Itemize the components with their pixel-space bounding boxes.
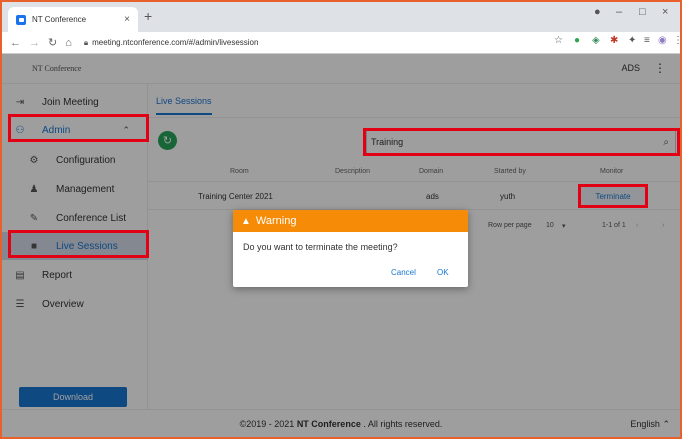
minimize-button[interactable]: – [616, 6, 622, 18]
lock-icon: 🔒︎ [83, 37, 89, 47]
app-favicon-icon [16, 14, 26, 25]
annotation-box-search [363, 128, 680, 156]
profile-icon[interactable]: ● [594, 6, 601, 18]
browser-tab[interactable]: NT Conference × [8, 7, 138, 32]
maximize-button[interactable]: □ [639, 6, 646, 18]
cancel-button[interactable]: Cancel [391, 268, 416, 277]
browser-menu-icon[interactable]: ⋮ [673, 35, 680, 46]
extensions-puzzle-icon[interactable]: ✦ [628, 35, 636, 46]
extension-shield-icon[interactable]: ◈ [592, 35, 600, 46]
new-tab-button[interactable]: + [144, 8, 152, 24]
reload-icon[interactable]: ↻ [48, 36, 57, 49]
annotation-box-admin [8, 114, 149, 142]
annotation-box-terminate [578, 184, 648, 208]
tab-close-icon[interactable]: × [124, 14, 130, 25]
warning-dialog: ▲ Warning Do you want to terminate the m… [233, 210, 468, 287]
url-text: meeting.ntconference.com/#/admin/liveses… [92, 38, 259, 47]
browser-tab-bar: NT Conference × + ● – □ × [2, 2, 680, 32]
bookmark-star-icon[interactable]: ☆ [554, 35, 563, 46]
window-close-button[interactable]: × [662, 6, 668, 18]
screenshot-frame: NT Conference × + ● – □ × ← → ↻ ⌂ 🔒︎ mee… [0, 0, 682, 439]
browser-tab-title: NT Conference [32, 15, 87, 24]
dialog-title: Warning [255, 215, 297, 227]
annotation-box-live-sessions [8, 230, 149, 258]
dialog-header: ▲ Warning [233, 210, 468, 232]
forward-icon[interactable]: → [29, 37, 40, 49]
reading-list-icon[interactable]: ≡ [644, 35, 650, 46]
warning-icon: ▲ [241, 215, 251, 227]
dialog-message: Do you want to terminate the meeting? [243, 242, 398, 252]
url-field[interactable]: 🔒︎ meeting.ntconference.com/#/admin/live… [84, 38, 259, 48]
ok-button[interactable]: OK [437, 268, 449, 277]
back-icon[interactable]: ← [10, 37, 21, 49]
profile-avatar-icon[interactable]: ◉ [658, 35, 667, 46]
extension-green-icon[interactable]: ● [574, 35, 580, 46]
home-icon[interactable]: ⌂ [65, 37, 72, 49]
extension-red-icon[interactable]: ✱ [610, 35, 618, 46]
